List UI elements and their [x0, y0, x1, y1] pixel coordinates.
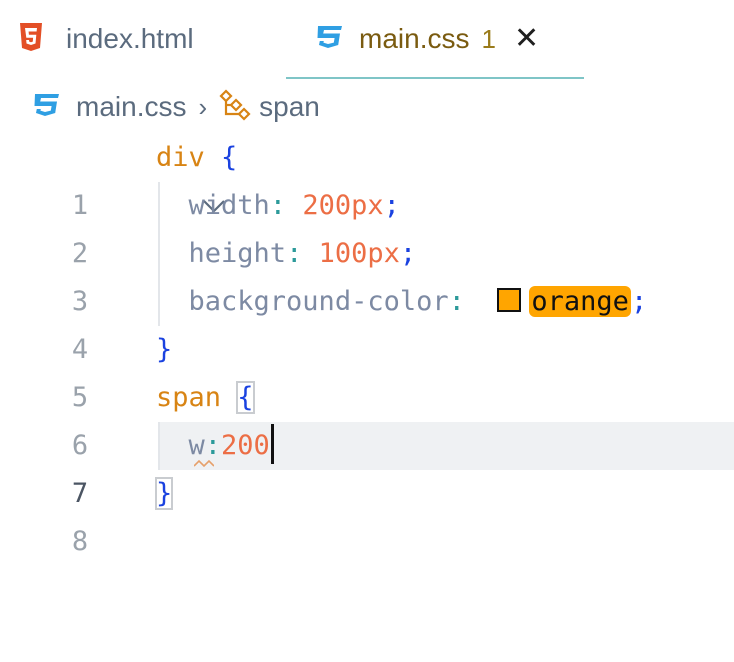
color-swatch[interactable] [497, 288, 522, 312]
text-cursor [270, 424, 274, 464]
code-line[interactable]: 6 span { [0, 374, 734, 461]
line-number: 8 [71, 526, 89, 557]
code-text: } [156, 326, 172, 374]
css-property: height [188, 238, 287, 269]
code-line-active[interactable]: 7 w:200 [0, 422, 734, 509]
css-property: width [188, 190, 270, 221]
code-text: div { [156, 134, 237, 182]
css-value: 100px [318, 238, 400, 269]
css3-icon [314, 24, 344, 55]
close-icon[interactable]: ✕ [514, 24, 539, 54]
code-text: w:200 [156, 422, 274, 470]
tab-main-css[interactable]: main.css 1 ✕ [286, 0, 584, 79]
tab-label: main.css [359, 23, 470, 54]
close-brace-matched: } [154, 477, 174, 510]
open-brace: { [221, 142, 238, 173]
tab-bar: index.html main.css 1 ✕ [0, 0, 734, 79]
code-line[interactable]: 3 height: 100px; [0, 230, 734, 317]
code-text: span { [156, 374, 255, 422]
warning-squiggle-icon [194, 459, 214, 468]
problems-count-badge: 1 [481, 23, 496, 54]
colon: : [204, 430, 222, 461]
code-line[interactable]: 1 div { [0, 134, 734, 221]
css3-icon [30, 92, 62, 123]
css-value: 200 [221, 430, 270, 461]
tab-index-html[interactable]: index.html [18, 0, 194, 78]
breadcrumb-file[interactable]: main.css [76, 91, 186, 123]
css-selector: span [156, 382, 222, 413]
code-line[interactable]: 4 background-color: orange; [0, 278, 734, 365]
code-text: background-color: orange; [156, 278, 647, 326]
css-selector: div [156, 142, 205, 173]
colon: : [448, 286, 465, 317]
selector-icon [217, 88, 251, 126]
chevron-down-icon[interactable] [114, 374, 225, 453]
colon: : [286, 238, 303, 269]
breadcrumb-symbol[interactable]: span [259, 91, 320, 123]
css-value-highlighted: orange [529, 286, 631, 317]
semicolon: ; [630, 286, 648, 317]
semicolon: ; [399, 238, 417, 269]
code-editor[interactable]: 1 div { 2 width: 200px; 3 height: 100px;… [0, 134, 734, 592]
css-value: 200px [302, 190, 384, 221]
html5-icon [18, 22, 44, 57]
code-line[interactable]: 8 } [0, 470, 734, 557]
code-text: width: 200px; [156, 182, 400, 230]
colon: : [269, 190, 287, 221]
tab-label: index.html [66, 23, 194, 54]
code-line[interactable]: 5 } [0, 326, 734, 413]
code-text: height: 100px; [156, 230, 417, 278]
css-property: w [188, 430, 205, 461]
close-brace: } [156, 334, 173, 365]
chevron-right-icon: › [198, 91, 208, 122]
open-brace-matched: { [236, 381, 255, 414]
breadcrumb: main.css › span [30, 84, 320, 130]
chevron-down-icon[interactable] [114, 134, 225, 213]
code-text: } [154, 470, 174, 518]
semicolon: ; [383, 190, 400, 221]
css-property: background-color [188, 286, 449, 317]
code-line[interactable]: 2 width: 200px; [0, 182, 734, 269]
